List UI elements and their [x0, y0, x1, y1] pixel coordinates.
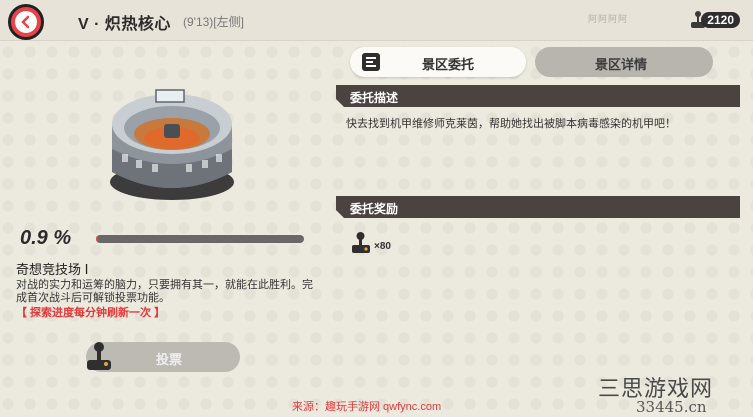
tab-label: 景区详情 — [595, 57, 648, 72]
location-name: 奇想竞技场 Ⅰ — [16, 262, 89, 277]
site-url-watermark: 33445.cn — [636, 398, 707, 416]
joystick-icon — [87, 342, 111, 370]
section-title: 委托奖励 — [350, 202, 399, 216]
vote-button-label: 投票 — [156, 352, 183, 367]
section-header-reward: 委托奖励 — [336, 196, 740, 218]
coin-count: 2120 — [701, 12, 740, 28]
arena-illustration — [110, 89, 234, 200]
exploration-percent: 0.9 % — [20, 227, 72, 249]
joystick-icon[interactable] — [350, 231, 372, 255]
page-subtitle: (9'13)[左侧] — [183, 15, 244, 29]
top-bar: V · 炽热核心 (9'13)[左侧] 阿阿阿阿 2120 — [0, 0, 753, 41]
section-header-description: 委托描述 — [336, 85, 740, 107]
top-watermark: 阿阿阿阿 — [588, 14, 629, 24]
commission-description: 快去找到机甲维修师克莱茵，帮助她找出被脚本病毒感染的机甲吧！ — [346, 118, 676, 130]
back-arrow-icon — [15, 11, 37, 33]
reward-quantity: ×80 — [374, 241, 391, 252]
tab-scenic-commission[interactable]: 景区委托 — [350, 47, 526, 77]
page-title: V · 炽热核心 — [78, 16, 171, 33]
tab-label: 景区委托 — [422, 57, 475, 72]
list-icon — [362, 53, 380, 71]
source-watermark: 来源：趣玩手游网 qwfync.com — [292, 401, 442, 413]
tab-scenic-details[interactable]: 景区详情 — [535, 47, 713, 77]
back-button[interactable] — [8, 4, 44, 40]
exploration-progress-bar — [96, 235, 304, 243]
currency-display: 2120 — [688, 8, 744, 32]
location-description: 对战的实力和运筹的脑力，只要拥有其一，就能在此胜利。完成首次战斗后可解锁投票功能… — [16, 279, 313, 304]
progress-fill — [96, 235, 98, 243]
section-title: 委托描述 — [350, 91, 399, 105]
refresh-note: 【 探索进度每分钟刷新一次 】 — [16, 307, 166, 319]
